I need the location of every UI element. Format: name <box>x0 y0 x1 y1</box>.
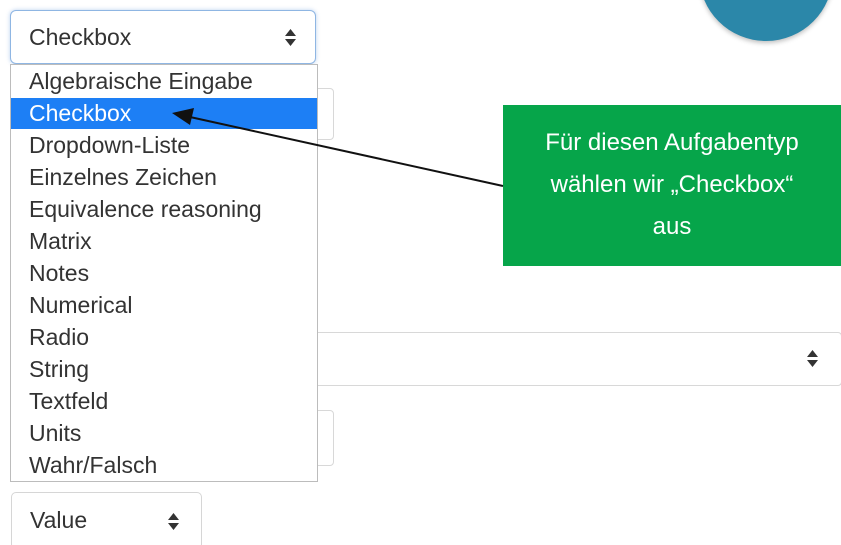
dropdown-option[interactable]: Algebraische Eingabe <box>11 66 317 97</box>
updown-chevron-icon <box>168 513 179 530</box>
dropdown-option[interactable]: Einzelnes Zeichen <box>11 162 317 193</box>
question-type-select[interactable]: Checkbox <box>10 10 316 64</box>
background-select-wide[interactable] <box>290 332 841 386</box>
screen: Checkbox Algebraische Eingabe Checkbox D… <box>0 0 841 545</box>
dropdown-option[interactable]: String <box>11 354 317 385</box>
dropdown-option[interactable]: Matrix <box>11 226 317 257</box>
dropdown-option-selected[interactable]: Checkbox <box>11 98 317 129</box>
value-select-value: Value <box>30 507 88 533</box>
question-type-select-value: Checkbox <box>29 24 132 50</box>
dropdown-option[interactable]: Dropdown-Liste <box>11 130 317 161</box>
dropdown-option[interactable]: Units <box>11 418 317 449</box>
dropdown-option[interactable]: Equivalence reasoning <box>11 194 317 225</box>
callout-line-1: Für diesen Aufgabentyp <box>545 129 799 156</box>
dropdown-option[interactable]: Textfeld <box>11 386 317 417</box>
value-select[interactable]: Value <box>11 492 202 545</box>
updown-chevron-icon <box>807 350 818 367</box>
dropdown-option[interactable]: Notes <box>11 258 317 289</box>
dropdown-option[interactable]: Numerical <box>11 290 317 321</box>
instruction-callout: Für diesen Aufgabentyp wählen wir „Check… <box>503 105 841 266</box>
dropdown-option[interactable]: Wahr/Falsch <box>11 450 317 481</box>
question-type-dropdown[interactable]: Algebraische Eingabe Checkbox Dropdown-L… <box>10 64 318 482</box>
updown-chevron-icon <box>285 29 296 46</box>
dropdown-option[interactable]: Radio <box>11 322 317 353</box>
circle-shape <box>699 0 833 41</box>
callout-line-2: wählen wir „Checkbox“ <box>550 171 794 198</box>
callout-line-3: aus <box>652 213 692 240</box>
